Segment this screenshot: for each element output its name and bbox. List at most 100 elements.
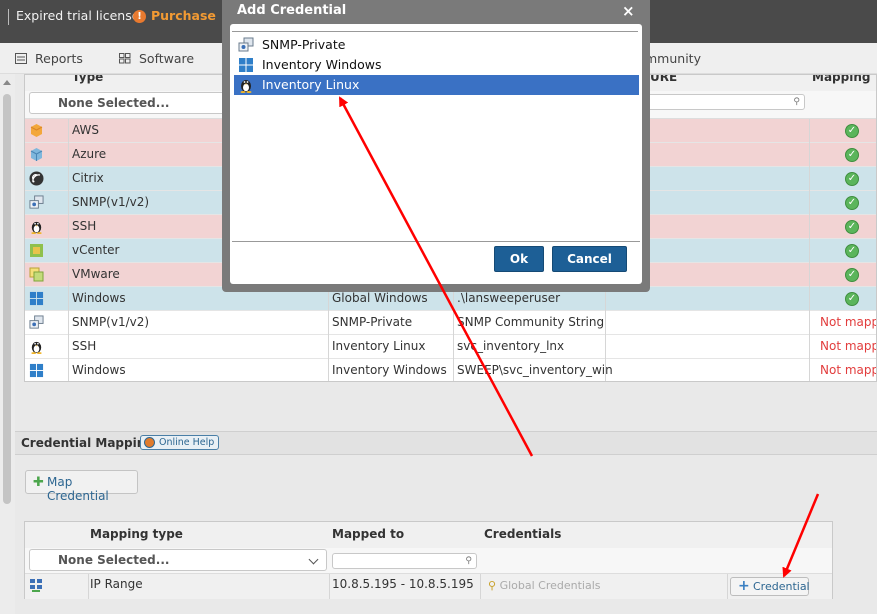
nav-reports[interactable]: Reports xyxy=(35,51,83,66)
credential-option[interactable]: Inventory Windows xyxy=(234,55,639,75)
windows-icon xyxy=(238,57,254,73)
divider xyxy=(68,239,69,263)
column-header-mapping-type[interactable]: Mapping type xyxy=(90,527,183,541)
divider xyxy=(605,311,606,335)
type-cell: SNMP(v1/v2) xyxy=(72,195,150,209)
divider xyxy=(809,119,810,143)
divider xyxy=(809,143,810,167)
mapped-check-icon: ✓ xyxy=(845,244,859,258)
add-credential-button[interactable]: + Credential xyxy=(730,577,810,596)
mapped-check-icon: ✓ xyxy=(845,196,859,210)
dialog-title: Add Credential xyxy=(237,3,347,18)
username-cell: .\lansweeperuser xyxy=(457,291,561,305)
dialog-body: SNMP-Private Inventory Windows Inventory L… xyxy=(230,24,642,284)
table-row[interactable]: IP Range 10.8.5.195 - 10.8.5.195 ⚲ Globa… xyxy=(25,574,832,599)
type-cell: vCenter xyxy=(72,243,120,257)
search-input[interactable]: ⚲ xyxy=(635,94,805,110)
windows-icon xyxy=(29,291,44,306)
scrollbar-thumb[interactable] xyxy=(3,94,11,504)
divider xyxy=(727,574,728,599)
divider xyxy=(68,335,69,359)
vmware-icon xyxy=(29,267,44,282)
type-cell: SSH xyxy=(72,339,97,353)
divider xyxy=(68,287,69,311)
scroll-up-icon[interactable] xyxy=(3,80,11,85)
name-cell: Global Windows xyxy=(332,291,428,305)
nav-software[interactable]: Software xyxy=(139,51,194,66)
divider xyxy=(809,359,810,381)
divider xyxy=(453,311,454,335)
mapped-to-cell: 10.8.5.195 - 10.8.5.195 xyxy=(332,577,474,591)
vcenter-icon xyxy=(29,243,44,258)
online-help-button[interactable]: Online Help xyxy=(140,435,220,450)
divider xyxy=(809,215,810,239)
mapping-type-filter-select[interactable]: None Selected... xyxy=(29,549,327,571)
add-credential-dialog: Add Credential × SNMP-Private Inventory W… xyxy=(222,0,650,292)
mapping-type-cell: IP Range xyxy=(90,577,143,591)
snmp-icon xyxy=(29,315,44,330)
vertical-scrollbar[interactable] xyxy=(0,74,15,614)
type-cell: VMware xyxy=(72,267,120,281)
divider xyxy=(68,119,69,143)
not-mapped-status: Not mappe xyxy=(820,315,876,329)
divider xyxy=(8,9,9,25)
mapping-table: Mapping type Mapped to Credentials None … xyxy=(24,521,833,599)
online-help-label: Online Help xyxy=(159,437,215,448)
linux-icon xyxy=(29,219,44,234)
name-cell: Inventory Linux xyxy=(332,339,426,353)
table-row[interactable]: SNMP(v1/v2) SNMP-Private SNMP Community St… xyxy=(25,311,876,335)
citrix-icon xyxy=(29,171,44,186)
divider xyxy=(328,359,329,381)
ok-button[interactable]: Ok xyxy=(494,246,544,272)
divider xyxy=(329,574,330,599)
type-filter-select[interactable]: None Selected... xyxy=(29,92,239,114)
name-cell: SNMP-Private xyxy=(332,315,413,329)
credentials-label: Global Credentials xyxy=(499,579,601,592)
type-cell: SNMP(v1/v2) xyxy=(72,315,150,329)
divider xyxy=(809,191,810,215)
add-credential-label: Credential xyxy=(753,580,810,593)
linux-icon xyxy=(29,339,44,354)
key-icon: ⚲ xyxy=(488,579,497,592)
map-credential-button[interactable]: ✚ Map Credential xyxy=(25,470,138,503)
credential-mapping-header: Credential Mapping Online Help xyxy=(15,431,877,455)
snmp-icon xyxy=(29,195,44,210)
nav-community[interactable]: mmunity xyxy=(645,51,701,66)
divider xyxy=(328,335,329,359)
section-title: Credential Mapping xyxy=(21,436,154,450)
divider xyxy=(68,191,69,215)
cancel-button[interactable]: Cancel xyxy=(552,246,627,272)
credential-option[interactable]: SNMP-Private xyxy=(234,35,639,55)
divider xyxy=(88,574,89,599)
ip-range-icon xyxy=(30,579,42,592)
credential-option-label: Inventory Windows xyxy=(262,57,382,72)
username-cell: SNMP Community String xyxy=(457,315,605,329)
type-cell: Citrix xyxy=(72,171,104,185)
help-icon xyxy=(144,437,155,448)
divider xyxy=(68,263,69,287)
column-header-ure[interactable]: URE xyxy=(650,75,677,84)
divider xyxy=(68,143,69,167)
divider xyxy=(453,335,454,359)
column-header-credentials[interactable]: Credentials xyxy=(484,527,561,541)
close-icon[interactable]: × xyxy=(622,2,635,20)
column-header-mapping[interactable]: Mapping xyxy=(812,75,870,84)
mapped-check-icon: ✓ xyxy=(845,148,859,162)
credentials-cell: ⚲ Global Credentials xyxy=(488,579,601,592)
divider xyxy=(328,311,329,335)
table-row[interactable]: Windows Inventory Windows SWEEP\svc_invent… xyxy=(25,359,876,381)
plus-icon: ✚ xyxy=(33,475,44,490)
plus-icon: + xyxy=(738,578,750,594)
column-header-type[interactable]: Type xyxy=(72,75,103,84)
not-mapped-status: Not mappe xyxy=(820,339,876,353)
type-cell: SSH xyxy=(72,219,97,233)
purchase-link[interactable]: Purchase xyxy=(151,8,216,23)
search-icon: ⚲ xyxy=(793,97,800,107)
column-header-mapped-to[interactable]: Mapped to xyxy=(332,527,404,541)
mapped-to-search-input[interactable]: ⚲ xyxy=(332,553,477,569)
divider xyxy=(809,239,810,263)
divider xyxy=(605,335,606,359)
license-status: Expired trial license xyxy=(16,8,140,23)
table-row[interactable]: SSH Inventory Linux svc_inventory_lnx Not m… xyxy=(25,335,876,359)
credential-option[interactable]: Inventory Linux xyxy=(234,75,639,95)
